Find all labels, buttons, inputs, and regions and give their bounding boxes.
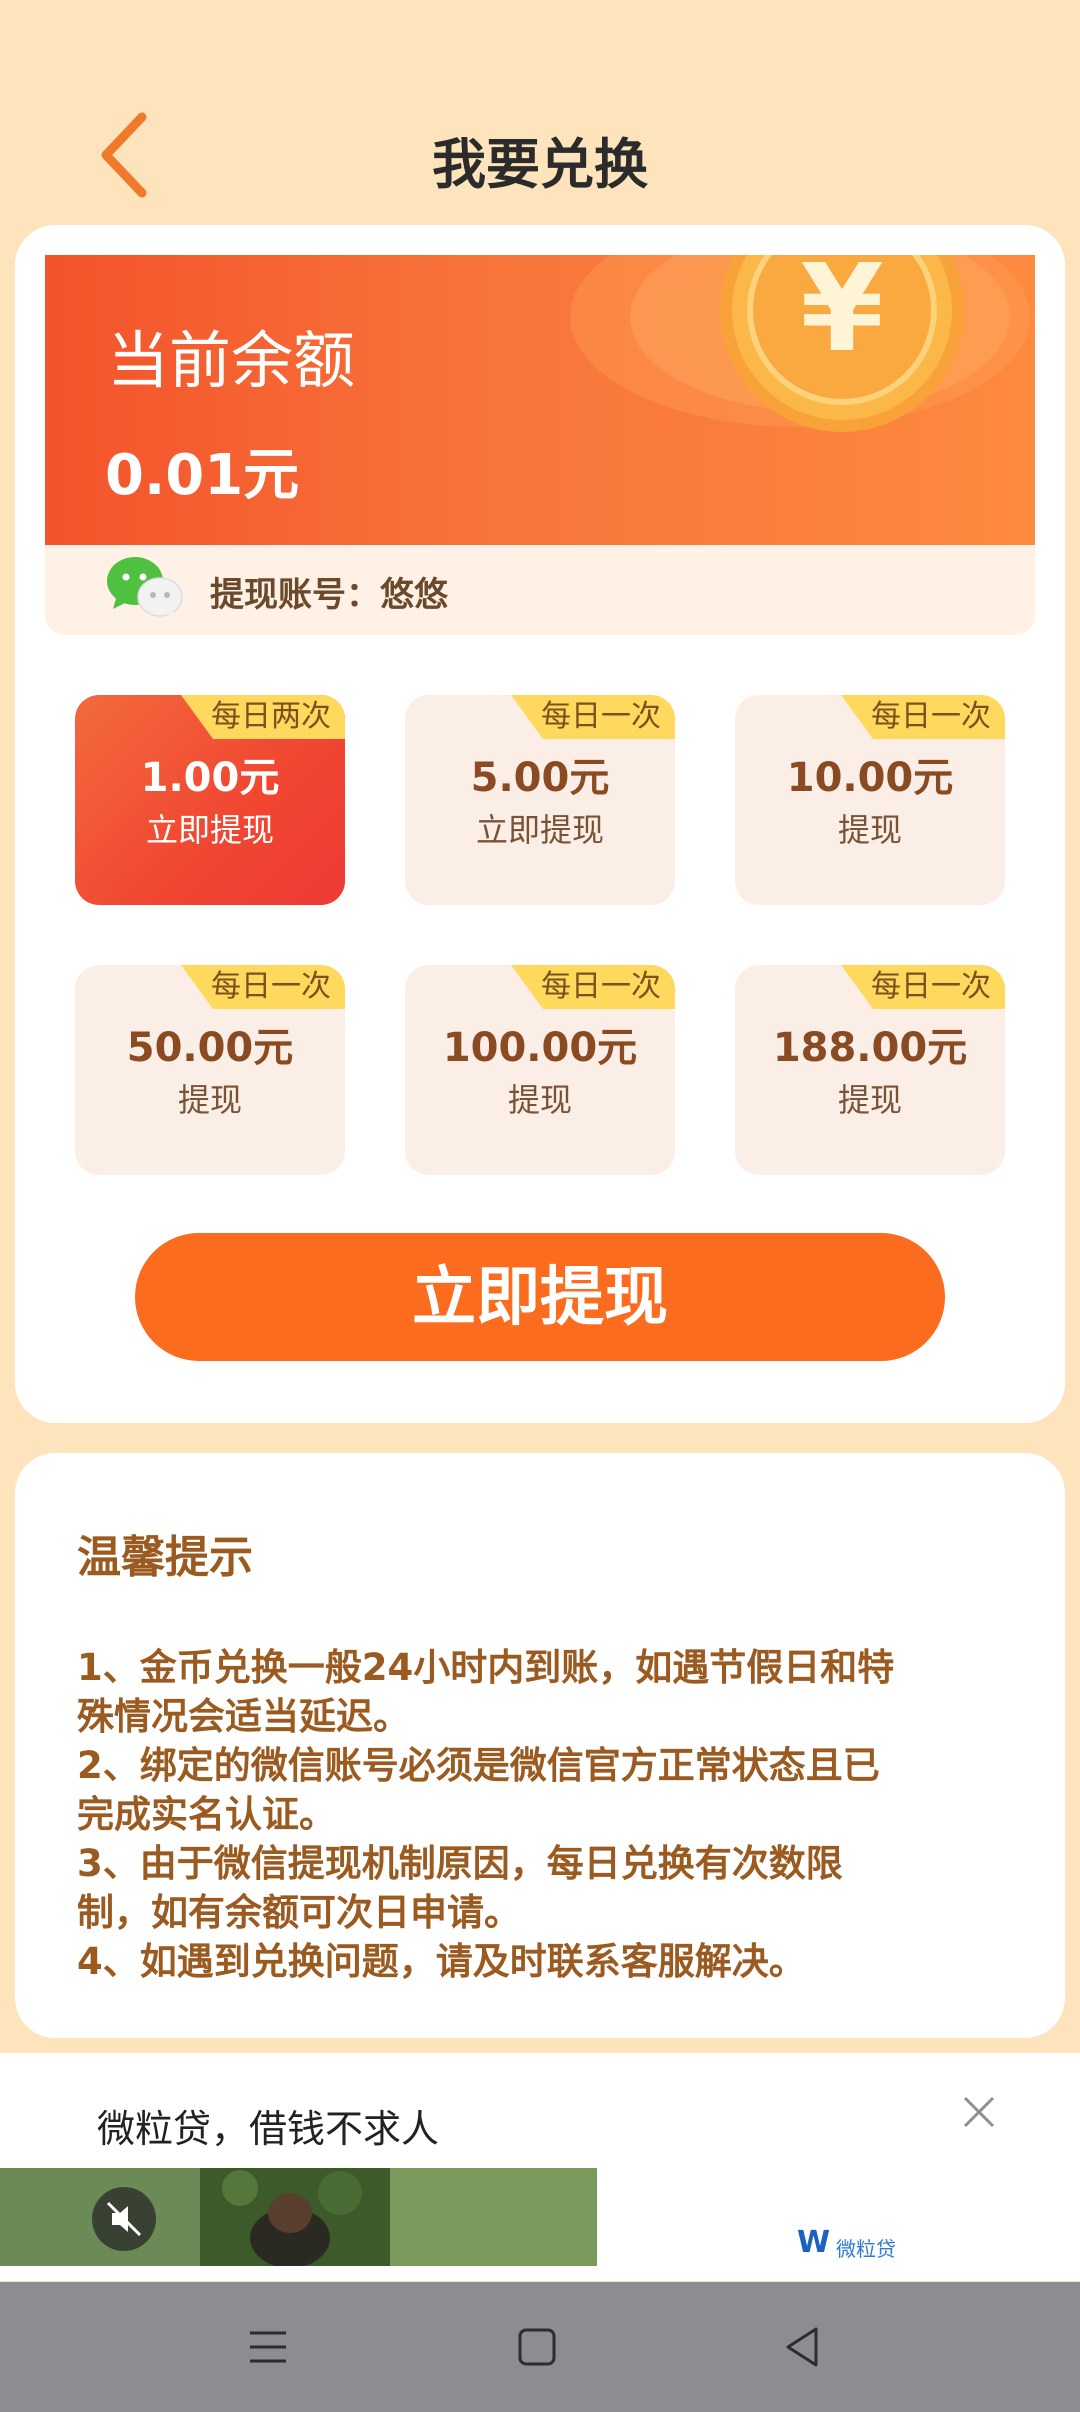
menu-button[interactable] [238, 2317, 298, 2377]
tip-line: 殊情况会适当延迟。 [77, 1695, 410, 1738]
limit-tag: 每日一次 [181, 965, 345, 1009]
amount-action: 提现 [837, 811, 902, 849]
back-nav-button[interactable] [772, 2317, 832, 2377]
close-icon [963, 2096, 995, 2128]
svg-text:¥: ¥ [800, 255, 884, 379]
amount-option[interactable]: 每日一次 10.00元 提现 [735, 695, 1005, 905]
balance-label: 当前余额 [107, 324, 356, 397]
amount-action: 立即提现 [145, 811, 274, 849]
tips-list: 1、金币兑换一般24小时内到账，如遇节假日和特 殊情况会适当延迟。 2、绑定的微… [77, 1643, 1017, 1986]
tips-title: 温馨提示 [77, 1532, 253, 1583]
amount-value: 50.00元 [126, 1025, 294, 1071]
withdraw-account-row: 提现账号：悠悠 [45, 545, 1035, 635]
coin-icon: ¥ [565, 255, 1035, 545]
home-button[interactable] [507, 2317, 567, 2377]
amount-option[interactable]: 每日一次 50.00元 提现 [75, 965, 345, 1175]
limit-tag: 每日一次 [841, 695, 1005, 739]
tip-line: 完成实名认证。 [77, 1793, 336, 1836]
tip-line: 3、由于微信提现机制原因，每日兑换有次数限 [77, 1842, 843, 1885]
tip-line: 制，如有余额可次日申请。 [77, 1891, 521, 1934]
ad-banner[interactable]: 微粒贷，借钱不求人 W 微粒贷 [0, 2053, 1080, 2281]
tip-line: 4、如遇到兑换问题，请及时联系客服解决。 [77, 1940, 806, 1983]
balance-value: 0.01元 [105, 443, 300, 508]
limit-tag: 每日一次 [841, 965, 1005, 1009]
tip-line: 1、金币兑换一般24小时内到账，如遇节假日和特 [77, 1646, 895, 1689]
system-nav-bar [0, 2282, 1080, 2412]
tips-card: 温馨提示 1、金币兑换一般24小时内到账，如遇节假日和特 殊情况会适当延迟。 2… [15, 1453, 1065, 2038]
limit-tag: 每日一次 [511, 965, 675, 1009]
amount-value: 188.00元 [772, 1025, 968, 1071]
limit-tag: 每日一次 [511, 695, 675, 739]
mute-button[interactable] [92, 2187, 156, 2251]
amount-action: 提现 [177, 1081, 242, 1119]
limit-tag: 每日两次 [181, 695, 345, 739]
amount-option[interactable]: 每日一次 5.00元 立即提现 [405, 695, 675, 905]
triangle-back-icon [786, 2327, 818, 2367]
amount-action: 提现 [507, 1081, 572, 1119]
ad-video[interactable] [0, 2168, 597, 2266]
wechat-icon [105, 555, 185, 621]
account-label: 提现账号：悠悠 [210, 575, 448, 615]
amount-option[interactable]: 每日一次 100.00元 提现 [405, 965, 675, 1175]
amount-option[interactable]: 每日一次 188.00元 提现 [735, 965, 1005, 1175]
ad-brand-logo: W [797, 2225, 831, 2260]
amount-option[interactable]: 每日两次 1.00元 立即提现 [75, 695, 345, 905]
page-title: 我要兑换 [432, 133, 648, 196]
tip-line: 2、绑定的微信账号必须是微信官方正常状态且已 [77, 1744, 880, 1787]
withdraw-now-button[interactable]: 立即提现 [135, 1233, 945, 1361]
speaker-muted-icon [106, 2201, 142, 2237]
menu-icon [250, 2331, 286, 2363]
square-icon [518, 2328, 556, 2366]
ad-brand-name: 微粒贷 [836, 2237, 896, 2261]
amount-action: 立即提现 [475, 811, 604, 849]
balance-banner: ¥ 当前余额 0.01元 [45, 255, 1035, 545]
page: 我要兑换 ¥ 当前余额 0.01元 提现账号：悠悠 每日两次 1.00元 立即提… [0, 0, 1080, 2412]
ad-close-button[interactable] [955, 2088, 1003, 2136]
header: 我要兑换 [0, 80, 1080, 230]
amount-value: 10.00元 [786, 755, 954, 801]
ad-text: 微粒贷，借钱不求人 [97, 2107, 440, 2151]
amount-action: 提现 [837, 1081, 902, 1119]
amount-value: 1.00元 [140, 755, 280, 801]
withdraw-card: ¥ 当前余额 0.01元 提现账号：悠悠 每日两次 1.00元 立即提现 每日一… [15, 225, 1065, 1423]
amount-value: 100.00元 [442, 1025, 638, 1071]
amount-value: 5.00元 [470, 755, 610, 801]
